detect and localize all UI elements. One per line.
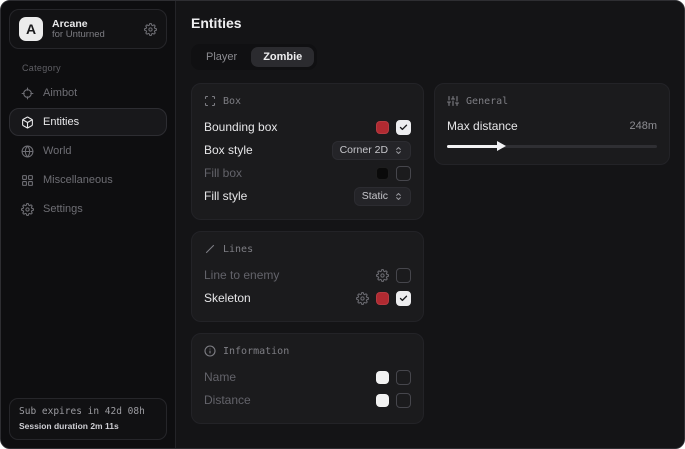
brand-subtitle: for Unturned bbox=[52, 30, 135, 41]
setting-label: Box style bbox=[204, 143, 253, 157]
setting-label: Line to enemy bbox=[204, 268, 279, 282]
scan-corners-icon bbox=[204, 95, 216, 107]
bounding-box-checkbox[interactable] bbox=[396, 120, 411, 135]
diagonal-line-icon bbox=[204, 243, 216, 255]
main-panel: Entities Player Zombie Box Bounding box bbox=[176, 1, 684, 448]
general-card: General Max distance 248m bbox=[434, 83, 670, 165]
page-title: Entities bbox=[191, 15, 670, 31]
chevrons-up-down-icon bbox=[394, 192, 403, 201]
sidebar-item-label: World bbox=[43, 145, 72, 157]
tab-zombie[interactable]: Zombie bbox=[251, 47, 314, 67]
lines-card: Lines Line to enemy Skeleton bbox=[191, 231, 424, 322]
sidebar-item-label: Entities bbox=[43, 116, 79, 128]
lines-card-title: Lines bbox=[223, 244, 253, 255]
selected-option: Static bbox=[362, 190, 388, 202]
setting-row-line-to-enemy: Line to enemy bbox=[204, 264, 411, 286]
box-card-title: Box bbox=[223, 96, 241, 107]
setting-label: Distance bbox=[204, 393, 251, 407]
setting-label: Fill box bbox=[204, 166, 242, 180]
line-to-enemy-checkbox[interactable] bbox=[396, 268, 411, 283]
selected-option: Corner 2D bbox=[340, 144, 388, 156]
sidebar-item-settings[interactable]: Settings bbox=[9, 195, 167, 223]
sidebar-item-entities[interactable]: Entities bbox=[9, 108, 167, 136]
setting-label: Name bbox=[204, 370, 236, 384]
name-checkbox[interactable] bbox=[396, 370, 411, 385]
setting-row-box-style: Box style Corner 2D bbox=[204, 139, 411, 161]
sidebar-nav: Aimbot Entities World Miscellaneous bbox=[9, 79, 167, 223]
gear-icon[interactable] bbox=[356, 292, 369, 305]
distance-checkbox[interactable] bbox=[396, 393, 411, 408]
information-card-title: Information bbox=[223, 346, 289, 357]
sidebar-item-label: Aimbot bbox=[43, 87, 77, 99]
setting-row-skeleton: Skeleton bbox=[204, 287, 411, 309]
info-icon bbox=[204, 345, 216, 357]
setting-label: Fill style bbox=[204, 189, 247, 203]
chevrons-up-down-icon bbox=[394, 146, 403, 155]
sub-expiry-text: Sub expires in 42d 08h bbox=[19, 406, 157, 417]
gear-icon bbox=[21, 203, 34, 216]
crosshair-icon bbox=[21, 87, 34, 100]
box-style-select[interactable]: Corner 2D bbox=[332, 141, 411, 160]
gear-icon[interactable] bbox=[376, 269, 389, 282]
slider-fill bbox=[447, 145, 499, 148]
sidebar-item-miscellaneous[interactable]: Miscellaneous bbox=[9, 166, 167, 194]
arcane-logo: A bbox=[19, 17, 43, 41]
sidebar-item-aimbot[interactable]: Aimbot bbox=[9, 79, 167, 107]
globe-icon bbox=[21, 145, 34, 158]
cube-icon bbox=[21, 116, 34, 129]
sliders-icon bbox=[447, 95, 459, 107]
setting-row-name: Name bbox=[204, 366, 411, 388]
sidebar: A Arcane for Unturned Category Aimbot bbox=[1, 1, 176, 448]
color-swatch[interactable] bbox=[376, 394, 389, 407]
max-distance-slider[interactable] bbox=[447, 140, 657, 152]
setting-row-fill-style: Fill style Static bbox=[204, 185, 411, 207]
setting-label: Bounding box bbox=[204, 120, 277, 134]
setting-label: Skeleton bbox=[204, 291, 251, 305]
setting-row-distance: Distance bbox=[204, 389, 411, 411]
color-swatch[interactable] bbox=[376, 292, 389, 305]
gear-icon[interactable] bbox=[144, 23, 157, 36]
fill-box-checkbox[interactable] bbox=[396, 166, 411, 181]
subscription-info: Sub expires in 42d 08h Session duration … bbox=[9, 398, 167, 440]
sidebar-item-world[interactable]: World bbox=[9, 137, 167, 165]
information-card: Information Name Distance bbox=[191, 333, 424, 424]
setting-row-fill-box: Fill box bbox=[204, 162, 411, 184]
skeleton-checkbox[interactable] bbox=[396, 291, 411, 306]
brand-card: A Arcane for Unturned bbox=[9, 9, 167, 49]
max-distance-value: 248m bbox=[629, 120, 657, 132]
box-card: Box Bounding box Box style bbox=[191, 83, 424, 220]
color-swatch[interactable] bbox=[376, 167, 389, 180]
sidebar-item-label: Miscellaneous bbox=[43, 174, 113, 186]
session-duration-text: Session duration 2m 11s bbox=[19, 421, 157, 431]
logo-initial: A bbox=[26, 21, 36, 37]
color-swatch[interactable] bbox=[376, 371, 389, 384]
tab-player[interactable]: Player bbox=[194, 47, 249, 67]
sidebar-item-label: Settings bbox=[43, 203, 83, 215]
slider-thumb[interactable] bbox=[497, 141, 506, 151]
color-swatch[interactable] bbox=[376, 121, 389, 134]
entity-tabs: Player Zombie bbox=[191, 44, 317, 70]
fill-style-select[interactable]: Static bbox=[354, 187, 411, 206]
category-label: Category bbox=[22, 63, 167, 73]
general-card-title: General bbox=[466, 96, 508, 107]
arcane-window: A Arcane for Unturned Category Aimbot bbox=[0, 0, 685, 449]
max-distance-label: Max distance bbox=[447, 119, 518, 133]
grid-icon bbox=[21, 174, 34, 187]
brand-name: Arcane bbox=[52, 18, 135, 30]
setting-row-bounding-box: Bounding box bbox=[204, 116, 411, 138]
